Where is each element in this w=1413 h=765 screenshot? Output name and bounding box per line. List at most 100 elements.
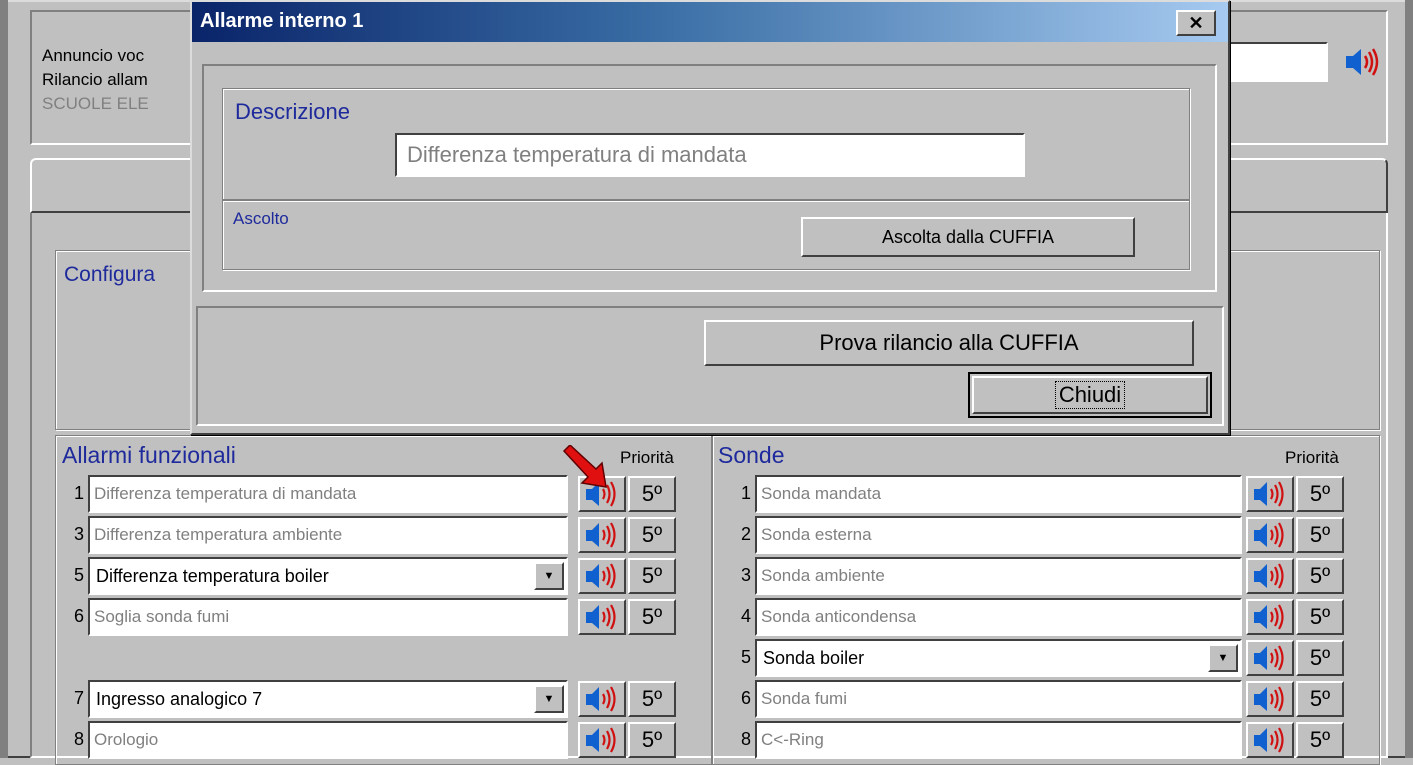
announcement-input[interactable]: [1228, 42, 1328, 82]
row-label: Sonda boiler: [763, 648, 865, 668]
ascolta-cuffia-button[interactable]: Ascolta dalla CUFFIA: [801, 217, 1135, 257]
row-field[interactable]: Orologio: [88, 721, 568, 759]
row-label: Orologio: [94, 730, 159, 749]
chiudi-label: Chiudi: [1054, 381, 1126, 409]
descrizione-group: Descrizione Differenza temperatura di ma…: [222, 88, 1190, 200]
row-field[interactable]: Sonda anticondensa: [755, 598, 1242, 636]
row-number: 2: [740, 524, 751, 544]
speaker-button[interactable]: [578, 517, 626, 553]
row-label: Ingresso analogico 7: [96, 689, 263, 709]
speaker-icon: [586, 563, 616, 589]
site-value: SCUOLE ELE: [42, 94, 149, 113]
row-number: 3: [73, 524, 84, 544]
row-label: Sonda ambiente: [761, 566, 885, 585]
speaker-icon: [1254, 686, 1284, 712]
priority-button[interactable]: 5º: [628, 681, 676, 717]
row-number: 5: [740, 647, 751, 667]
row-field[interactable]: Sonda ambiente: [755, 557, 1242, 595]
speaker-icon: [1254, 645, 1284, 671]
speaker-button[interactable]: [578, 681, 626, 717]
sonde-row: 8 C<-Ring 5º: [737, 721, 1357, 761]
priority-button[interactable]: 5º: [628, 599, 676, 635]
priority-button[interactable]: 5º: [628, 476, 676, 512]
row-combo[interactable]: Sonda boiler ▼: [755, 639, 1242, 677]
sonde-priority-header: Priorità: [1285, 448, 1339, 467]
priority-button[interactable]: 5º: [1296, 476, 1344, 512]
row-label: Differenza temperatura ambiente: [94, 525, 343, 544]
dialog-title: Allarme interno 1: [200, 10, 364, 32]
row-field[interactable]: C<-Ring: [755, 721, 1242, 759]
speaker-button[interactable]: [1246, 681, 1294, 717]
prova-rilancio-button[interactable]: Prova rilancio alla CUFFIA: [704, 320, 1194, 366]
priority-button[interactable]: 5º: [1296, 558, 1344, 594]
row-combo[interactable]: Ingresso analogico 7 ▼: [88, 680, 568, 718]
row-field[interactable]: Soglia sonda fumi: [88, 598, 568, 636]
speaker-button[interactable]: [1246, 599, 1294, 635]
row-field[interactable]: Sonda esterna: [755, 516, 1242, 554]
close-button[interactable]: ✕: [1176, 10, 1216, 36]
priority-button[interactable]: 5º: [1296, 722, 1344, 758]
speaker-icon: [1254, 604, 1284, 630]
row-combo[interactable]: Differenza temperatura boiler ▼: [88, 557, 568, 595]
allarmi-title: Allarmi funzionali: [62, 442, 236, 468]
row-number: 3: [740, 565, 751, 585]
allarmi-row: 7 Ingresso analogico 7 ▼ 5º: [70, 680, 690, 720]
priority-button[interactable]: 5º: [1296, 599, 1344, 635]
priority-button[interactable]: 5º: [628, 722, 676, 758]
speaker-icon: [586, 522, 616, 548]
speaker-icon: [586, 604, 616, 630]
chevron-down-icon[interactable]: ▼: [534, 562, 564, 590]
speaker-icon: [586, 686, 616, 712]
row-field[interactable]: Sonda mandata: [755, 475, 1242, 513]
row-field[interactable]: Differenza temperatura ambiente: [88, 516, 568, 554]
priority-button[interactable]: 5º: [1296, 517, 1344, 553]
rilancio-label: Rilancio allam: [42, 70, 148, 89]
sonde-title: Sonde: [718, 442, 785, 468]
chevron-down-icon[interactable]: ▼: [534, 685, 564, 713]
sonde-row: 3 Sonda ambiente 5º: [737, 557, 1357, 597]
row-number: 8: [73, 729, 84, 749]
dialog-bottom-panel: Prova rilancio alla CUFFIA Chiudi: [196, 306, 1224, 426]
allarmi-row: 6 Soglia sonda fumi 5º: [70, 598, 690, 638]
sonde-row: 6 Sonda fumi 5º: [737, 680, 1357, 720]
speaker-button[interactable]: [578, 599, 626, 635]
announcement-speaker-button[interactable]: [1336, 44, 1384, 80]
row-number: 6: [740, 688, 751, 708]
window-right-border: [1405, 0, 1413, 758]
speaker-button[interactable]: [578, 558, 626, 594]
row-label: Differenza temperatura di mandata: [94, 484, 357, 503]
dialog-titlebar[interactable]: Allarme interno 1 ✕: [192, 2, 1228, 42]
priority-button[interactable]: 5º: [1296, 681, 1344, 717]
close-icon: ✕: [1188, 12, 1204, 33]
row-number: 8: [740, 729, 751, 749]
row-number: 7: [73, 688, 84, 708]
priority-button[interactable]: 5º: [1296, 640, 1344, 676]
priority-button[interactable]: 5º: [628, 558, 676, 594]
chevron-down-icon[interactable]: ▼: [1208, 644, 1238, 672]
ascolto-label: Ascolto: [233, 209, 289, 228]
dialog-top-panel: Descrizione Differenza temperatura di ma…: [202, 64, 1217, 292]
red-arrow-icon: [562, 445, 607, 488]
speaker-icon: [1346, 48, 1379, 76]
priority-button[interactable]: 5º: [628, 517, 676, 553]
speaker-button[interactable]: [1246, 476, 1294, 512]
speaker-button[interactable]: [1246, 640, 1294, 676]
row-field[interactable]: Sonda fumi: [755, 680, 1242, 718]
speaker-button[interactable]: [578, 722, 626, 758]
chiudi-button[interactable]: Chiudi: [968, 372, 1212, 418]
configura-title: Configura: [64, 263, 156, 286]
speaker-button[interactable]: [1246, 558, 1294, 594]
speaker-icon: [1254, 522, 1284, 548]
allarmi-row: 5 Differenza temperatura boiler ▼ 5º: [70, 557, 690, 597]
speaker-button[interactable]: [1246, 517, 1294, 553]
row-field[interactable]: Differenza temperatura di mandata: [88, 475, 568, 513]
row-label: Differenza temperatura boiler: [96, 566, 329, 586]
allarme-dialog: Allarme interno 1 ✕ Descrizione Differen…: [190, 0, 1230, 435]
descrizione-input[interactable]: Differenza temperatura di mandata: [395, 133, 1025, 177]
row-number: 4: [740, 606, 751, 626]
row-label: C<-Ring: [761, 730, 824, 749]
speaker-button[interactable]: [1246, 722, 1294, 758]
sonde-row: 2 Sonda esterna 5º: [737, 516, 1357, 556]
row-number: 5: [73, 565, 84, 585]
sonde-row: 1 Sonda mandata 5º: [737, 475, 1357, 515]
